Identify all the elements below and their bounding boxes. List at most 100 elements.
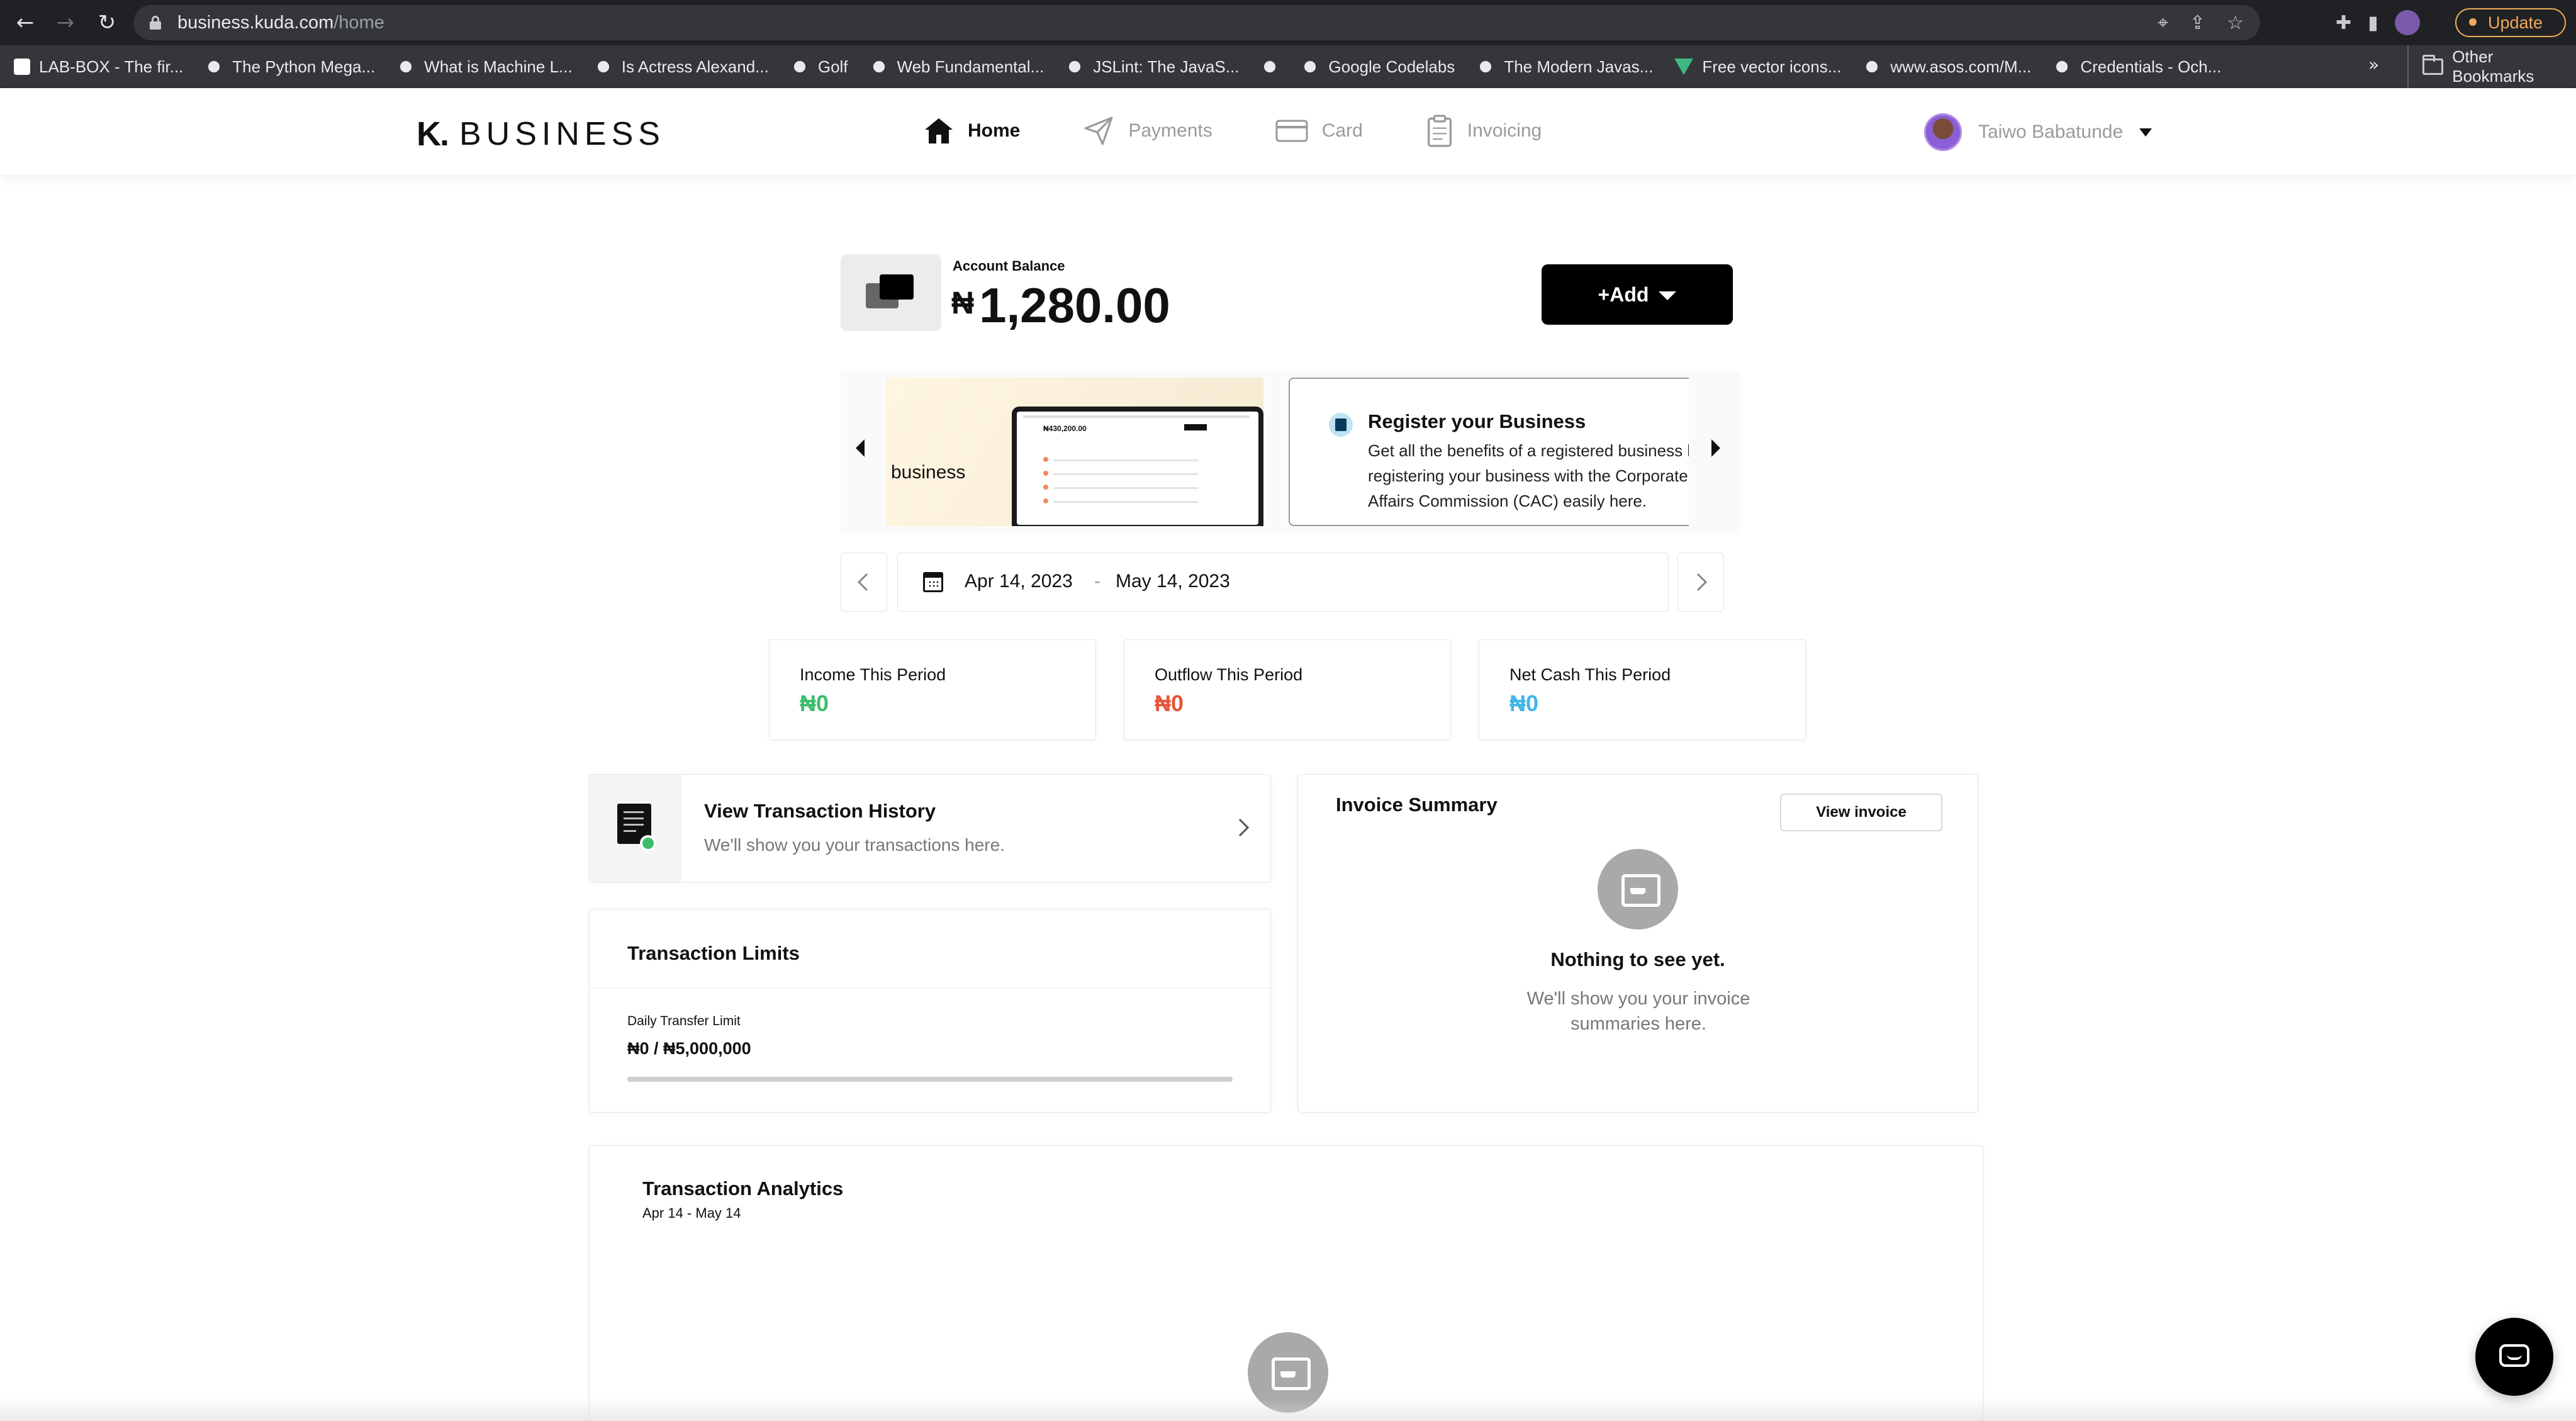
date-prev-button[interactable] — [841, 553, 887, 612]
bookmark-label: The Python Mega... — [232, 57, 376, 76]
currency-symbol: ₦ — [951, 285, 975, 320]
side-panel-icon[interactable]: ▮ — [2368, 12, 2378, 34]
bookmark-item[interactable]: www.asos.com/M... — [1862, 57, 2031, 77]
lock-icon — [150, 16, 161, 30]
globe-icon — [1476, 57, 1496, 76]
bookmark-label: LAB-BOX - The fir... — [39, 57, 184, 76]
bookmark-item[interactable]: The Modern Javas... — [1476, 57, 1653, 77]
view-invoice-button[interactable]: View invoice — [1780, 794, 1942, 831]
nav-invoicing[interactable]: Invoicing — [1426, 115, 1542, 147]
other-bookmarks[interactable]: Other Bookmarks — [2407, 45, 2576, 88]
transaction-limits-card: Transaction Limits Daily Transfer Limit … — [589, 909, 1271, 1113]
invoice-title: Invoice Summary — [1336, 794, 1498, 816]
stat-value: ₦0 — [800, 690, 829, 716]
bookmarks-bar: LAB-BOX - The fir... The Python Mega... … — [0, 45, 2576, 88]
globe-icon — [1065, 57, 1085, 76]
nav-payments[interactable]: Payments — [1083, 115, 1212, 147]
browser-toolbar: ← → ↻ business.kuda.com/home ⌖ ⇪ ☆ ✚ ▮ U… — [0, 0, 2576, 45]
url-text: business.kuda.com/home — [177, 13, 384, 33]
globe-icon — [204, 57, 224, 76]
bookmark-item[interactable]: The Python Mega... — [204, 57, 375, 77]
reload-icon[interactable]: ↻ — [92, 8, 122, 38]
building-icon — [1329, 413, 1353, 437]
date-to: May 14, 2023 — [1116, 571, 1230, 592]
wallet-icon — [841, 254, 941, 331]
main-nav: Home Payments Card Invoicing — [924, 115, 1542, 147]
address-bar[interactable]: business.kuda.com/home ⌖ ⇪ ☆ — [133, 5, 2260, 40]
forward-arrow-icon[interactable]: → — [50, 8, 81, 38]
labbox-favicon-icon — [14, 59, 30, 75]
carousel-prev-icon[interactable] — [856, 439, 865, 457]
bookmark-label: JSLint: The JavaS... — [1093, 57, 1240, 76]
stat-outflow: Outflow This Period ₦0 — [1124, 639, 1451, 740]
date-range-picker[interactable]: Apr 14, 2023 - May 14, 2023 — [897, 553, 1669, 612]
bookmark-label: Credentials - Och... — [2080, 57, 2222, 76]
vue-logo-icon — [1674, 59, 1694, 75]
star-bookmark-icon[interactable]: ☆ — [2227, 12, 2244, 34]
divider — [590, 987, 1270, 988]
more-bookmarks-button[interactable]: » — [2368, 54, 2379, 75]
app-header: K. BUSINESS Home Payments Card Invoicing… — [0, 88, 2576, 176]
date-next-button[interactable] — [1677, 553, 1724, 612]
nav-card[interactable]: Card — [1275, 115, 1363, 147]
kuda-business-logo[interactable]: K. BUSINESS — [417, 115, 665, 154]
empty-subtitle: We'll show you your invoice summaries he… — [1526, 989, 1750, 1034]
globe-icon — [1301, 57, 1320, 76]
balance-amount: ₦ 1,280.00 — [951, 277, 1170, 334]
user-name: Taiwo Babatunde — [1978, 121, 2124, 142]
globe-icon — [593, 57, 613, 76]
bookmark-item[interactable]: Google Codelabs — [1301, 57, 1455, 77]
bookmark-item[interactable]: Free vector icons... — [1674, 57, 1841, 77]
view-transaction-history-card[interactable]: View Transaction History We'll show you … — [589, 774, 1271, 882]
stat-net-cash: Net Cash This Period ₦0 — [1479, 639, 1806, 740]
browser-profile-avatar[interactable] — [2394, 10, 2420, 35]
register-title: Register your Business — [1368, 410, 1586, 432]
bookmark-item[interactable]: JSLint: The JavaS... — [1065, 57, 1239, 77]
chat-icon — [2499, 1344, 2529, 1367]
bookmark-item[interactable]: What is Machine L... — [396, 57, 573, 77]
avatar — [1924, 113, 1962, 151]
analytics-range: Apr 14 - May 14 — [642, 1205, 741, 1221]
daily-limit-progress — [627, 1077, 1233, 1082]
bookmark-item[interactable]: Is Actress Alexand... — [593, 57, 769, 77]
stat-label: Outflow This Period — [1155, 665, 1303, 684]
laptop-illustration: ₦430,200.00 — [1012, 407, 1263, 526]
back-arrow-icon[interactable]: ← — [10, 8, 40, 38]
history-title: View Transaction History — [704, 800, 936, 822]
bookmark-item[interactable]: Golf — [790, 57, 848, 77]
inbox-icon — [1598, 849, 1678, 930]
user-menu[interactable]: Taiwo Babatunde — [1924, 113, 2153, 151]
bookmark-label: Golf — [817, 57, 848, 76]
update-button[interactable]: Update — [2455, 8, 2566, 37]
promo-slide-register[interactable]: Register your Business Get all the benef… — [1289, 378, 1689, 526]
bookmark-label: Google Codelabs — [1328, 57, 1455, 76]
globe-icon — [1862, 57, 1882, 76]
register-description: Get all the benefits of a registered bus… — [1368, 441, 1689, 510]
nav-label: Invoicing — [1467, 120, 1542, 141]
bookmark-item[interactable]: Credentials - Och... — [2052, 57, 2221, 77]
location-pin-icon[interactable]: ⌖ — [2158, 12, 2168, 34]
share-icon[interactable]: ⇪ — [2190, 12, 2205, 34]
add-button-label: +Add — [1598, 283, 1649, 306]
bookmark-item[interactable]: LAB-BOX - The fir... — [14, 57, 183, 77]
add-button[interactable]: +Add — [1542, 264, 1733, 325]
logo-text: BUSINESS — [459, 116, 665, 152]
nav-home[interactable]: Home — [924, 115, 1020, 147]
chat-support-button[interactable] — [2475, 1318, 2553, 1396]
extensions-puzzle-icon[interactable]: ✚ — [2336, 12, 2351, 34]
url-path: /home — [333, 13, 384, 33]
status-dot-icon — [640, 835, 656, 851]
limits-title: Transaction Limits — [627, 942, 800, 964]
card-icon — [1275, 120, 1308, 142]
promo-screen-balance: ₦430,200.00 — [1043, 424, 1087, 433]
globe-icon — [396, 57, 416, 76]
promo-slide-business[interactable]: business ₦430,200.00 — [886, 378, 1263, 526]
carousel-next-icon[interactable] — [1711, 439, 1720, 457]
caret-down-icon — [1659, 291, 1677, 300]
stat-label: Net Cash This Period — [1509, 665, 1671, 684]
bookmark-item[interactable]: Web Fundamental... — [869, 57, 1044, 77]
logo-mark: K. — [417, 115, 449, 153]
chevron-right-icon — [1689, 573, 1708, 592]
bookmark-item[interactable] — [1260, 57, 1280, 76]
empty-title: Nothing to see yet. — [1550, 948, 1725, 970]
